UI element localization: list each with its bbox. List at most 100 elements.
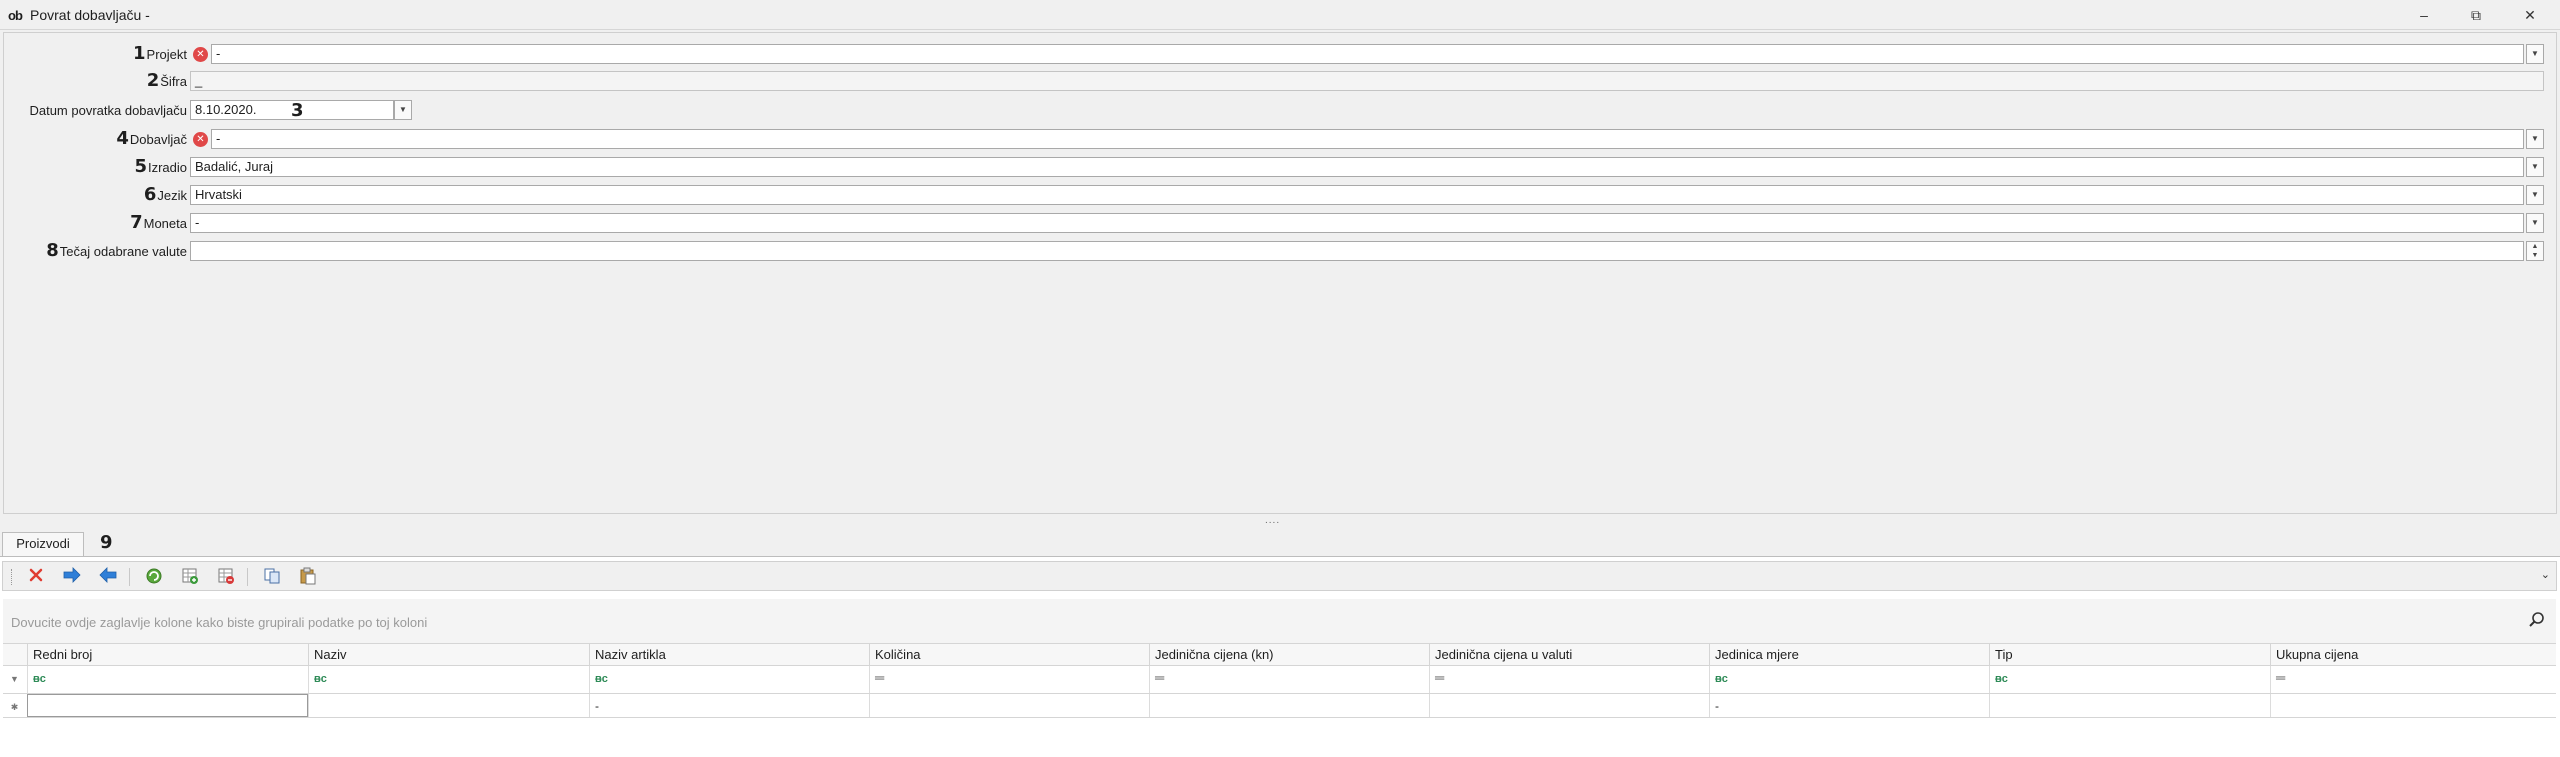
moneta-label: 7Moneta (130, 212, 187, 233)
moneta-dropdown-button[interactable]: ▼ (2526, 213, 2544, 233)
splitter-handle[interactable]: .... (1265, 515, 1280, 526)
chevron-down-icon: ▼ (2531, 134, 2539, 143)
text-filter-icon[interactable]: ᴃc (595, 673, 608, 685)
table-cell[interactable]: - (589, 694, 869, 717)
table-cell[interactable] (2270, 694, 2556, 717)
dobavljac-field[interactable]: - (211, 129, 2524, 149)
tecaj-label: 8Tečaj odabrane valute (46, 240, 187, 261)
toolbar-grip[interactable] (11, 569, 14, 585)
filter-cell[interactable]: ᴃc (1709, 666, 1989, 693)
move-right-icon[interactable] (61, 567, 83, 587)
table-cell[interactable] (308, 694, 589, 717)
app-logo: ob (8, 8, 23, 23)
izradio-dropdown-button[interactable]: ▼ (2526, 157, 2544, 177)
filter-cell[interactable]: ═ (869, 666, 1149, 693)
table-cell[interactable]: - (1709, 694, 1989, 717)
spin-down-icon[interactable]: ▼ (2527, 251, 2543, 260)
table-cell[interactable] (1989, 694, 2270, 717)
minimize-icon: – (2420, 7, 2428, 23)
new-item-row: ✱ - - (3, 694, 2556, 718)
jezik-dropdown-button[interactable]: ▼ (2526, 185, 2544, 205)
search-icon[interactable] (2528, 611, 2546, 634)
toolbar-overflow-chevron[interactable]: ⌄ (2541, 568, 2550, 581)
delete-icon[interactable] (25, 567, 47, 587)
filter-row-indicator: ▼ (10, 674, 19, 684)
column-header[interactable]: Jedinična cijena (kn) (1149, 644, 1429, 666)
restore-icon: ⧉ (2471, 7, 2481, 23)
text-filter-icon[interactable]: ᴃc (1995, 673, 2008, 685)
chevron-down-icon: ▼ (2531, 190, 2539, 199)
projekt-dropdown-button[interactable]: ▼ (2526, 44, 2544, 64)
filter-cell[interactable]: ᴃc (27, 666, 308, 693)
chevron-down-icon: ▼ (399, 105, 407, 114)
remove-rows-icon[interactable] (215, 567, 237, 587)
equals-filter-icon[interactable]: ═ (1435, 670, 1444, 685)
marker-8: 8 (46, 240, 59, 261)
jezik-field[interactable]: Hrvatski (190, 185, 2524, 205)
spin-up-icon[interactable]: ▲ (2527, 242, 2543, 251)
marker-5: 5 (134, 156, 147, 177)
izradio-field[interactable]: Badalić, Juraj (190, 157, 2524, 177)
filter-cell[interactable]: ᴃc (308, 666, 589, 693)
chevron-down-icon: ▼ (2531, 49, 2539, 58)
filter-cell[interactable]: ═ (2270, 666, 2556, 693)
minimize-button[interactable]: – (2396, 0, 2452, 30)
paste-icon[interactable] (297, 567, 319, 587)
table-cell[interactable] (1149, 694, 1429, 717)
window-title: Povrat dobavljaču - (30, 7, 150, 23)
filter-cell[interactable]: ᴃc (589, 666, 869, 693)
jezik-label: 6Jezik (143, 184, 187, 205)
column-header[interactable]: Ukupna cijena (2270, 644, 2556, 666)
column-header[interactable]: Naziv (308, 644, 589, 666)
column-header[interactable]: Jedinična cijena u valuti (1429, 644, 1709, 666)
table-cell[interactable] (27, 694, 308, 717)
restore-button[interactable]: ⧉ (2448, 0, 2504, 30)
column-header[interactable]: Količina (869, 644, 1149, 666)
new-row-indicator: ✱ (10, 702, 19, 712)
close-icon: ✕ (2524, 7, 2536, 23)
moneta-field[interactable]: - (190, 213, 2524, 233)
text-filter-icon[interactable]: ᴃc (33, 673, 46, 685)
tecaj-spinner[interactable]: ▲ ▼ (2526, 241, 2544, 261)
text-filter-icon[interactable]: ᴃc (314, 673, 327, 685)
title-bar: ob Povrat dobavljaču - – ⧉ ✕ (0, 0, 2560, 30)
tab-proizvodi[interactable]: Proizvodi (2, 532, 84, 556)
refresh-icon[interactable] (143, 567, 165, 587)
izradio-label: 5Izradio (134, 156, 187, 177)
equals-filter-icon[interactable]: ═ (875, 670, 884, 685)
column-header[interactable]: Naziv artikla (589, 644, 869, 666)
column-header[interactable]: Redni broj (27, 644, 308, 666)
table-cell[interactable] (869, 694, 1149, 717)
equals-filter-icon[interactable]: ═ (2276, 670, 2285, 685)
filter-cell[interactable]: ᴃc (1989, 666, 2270, 693)
sifra-field[interactable]: _ (190, 71, 2544, 91)
close-button[interactable]: ✕ (2502, 0, 2558, 30)
filter-cell[interactable]: ═ (1149, 666, 1429, 693)
sifra-label: 2Šifra (146, 70, 187, 91)
equals-filter-icon[interactable]: ═ (1155, 670, 1164, 685)
datum-label: Datum povratka dobavljaču (29, 103, 187, 118)
datum-dropdown-button[interactable]: ▼ (394, 100, 412, 120)
table-cell[interactable] (1429, 694, 1709, 717)
copy-icon[interactable] (261, 567, 283, 587)
group-by-panel[interactable]: Dovucite ovdje zaglavlje kolone kako bis… (3, 599, 2556, 645)
dobavljac-dropdown-button[interactable]: ▼ (2526, 129, 2544, 149)
projekt-field[interactable]: - (211, 44, 2524, 64)
tecaj-field[interactable] (190, 241, 2524, 261)
marker-1: 1 (133, 43, 146, 64)
column-header[interactable]: Jedinica mjere (1709, 644, 1989, 666)
marker-7: 7 (130, 212, 143, 233)
marker-4: 4 (116, 128, 129, 149)
marker-2: 2 (146, 70, 160, 91)
toolbar-separator (129, 568, 130, 586)
add-rows-icon[interactable] (179, 567, 201, 587)
move-left-icon[interactable] (97, 567, 119, 587)
column-header[interactable]: Tip (1989, 644, 2270, 666)
text-filter-icon[interactable]: ᴃc (1715, 673, 1728, 685)
filter-cell[interactable]: ═ (1429, 666, 1709, 693)
marker-6: 6 (143, 184, 157, 205)
filter-row: ▼ ᴃc ᴃc ᴃc ═ ═ ═ ᴃc ᴃc ═ (3, 666, 2556, 694)
marker-3: 3 (291, 100, 304, 121)
error-icon: ✕ (193, 132, 208, 147)
projekt-label: 1Projekt (133, 43, 187, 64)
